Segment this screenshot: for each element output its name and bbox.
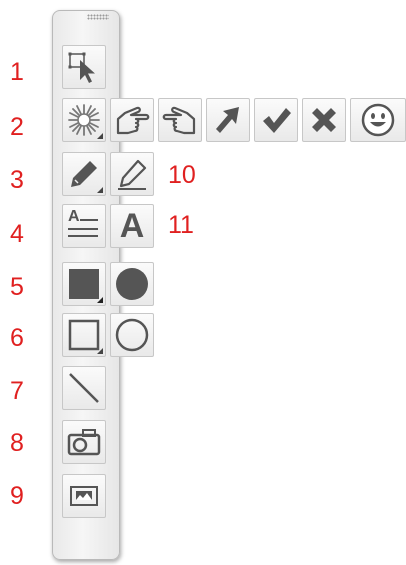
submenu-indicator [97,187,103,193]
submenu-indicator [97,133,103,139]
smiley-icon [361,103,395,137]
number-label-6: 6 [10,324,24,352]
text-tool-button[interactable]: A [110,204,154,248]
filled-circle-icon [116,268,148,300]
number-label-11: 11 [168,211,194,239]
hand-pointer-outline-button[interactable] [110,98,154,142]
number-label-5: 5 [10,273,24,301]
filled-rectangle-tool-button[interactable] [62,262,106,306]
pencil-outline-icon [118,159,147,190]
number-label-9: 9 [10,482,24,510]
filled-circle-tool-button[interactable] [110,262,154,306]
text-block-glyph: A [68,208,80,225]
select-icon [68,52,95,83]
number-label-10: 10 [168,161,196,189]
camera-icon [67,429,101,456]
checkmark-icon [263,108,291,133]
checkmark-tool-button[interactable] [254,98,298,142]
hand-pointer-left-button[interactable] [158,98,202,142]
text-block-tool-button[interactable]: A [62,204,106,248]
hand-pointer-left-icon [162,106,196,135]
arrow-tool-button[interactable] [206,98,250,142]
burst-tool-button[interactable] [62,98,106,142]
line-icon [69,373,99,403]
select-tool-button[interactable] [62,45,106,89]
number-label-2: 2 [10,113,24,141]
submenu-indicator [97,348,103,354]
smiley-tool-button[interactable] [350,98,406,142]
cross-icon [312,108,336,132]
arrow-icon [216,107,239,133]
number-label-1: 1 [10,58,24,86]
cross-tool-button[interactable] [302,98,346,142]
image-placeholder-icon [70,486,98,506]
camera-tool-button[interactable] [62,420,106,464]
image-tool-button[interactable] [62,474,106,518]
text-block-icon: A [66,208,102,244]
number-label-7: 7 [10,377,24,405]
pencil-outline-tool-button[interactable] [110,152,154,196]
outline-circle-icon [115,318,149,352]
outline-rectangle-tool-button[interactable] [62,313,106,357]
outline-circle-tool-button[interactable] [110,313,154,357]
number-label-3: 3 [10,166,24,194]
pencil-tool-button[interactable] [62,152,106,196]
submenu-indicator [97,297,103,303]
line-tool-button[interactable] [62,366,106,410]
number-label-4: 4 [10,220,24,248]
palette-drag-handle[interactable] [87,14,109,20]
number-label-8: 8 [10,429,24,457]
hand-pointer-outline-icon [116,106,150,135]
text-icon: A [119,207,145,245]
